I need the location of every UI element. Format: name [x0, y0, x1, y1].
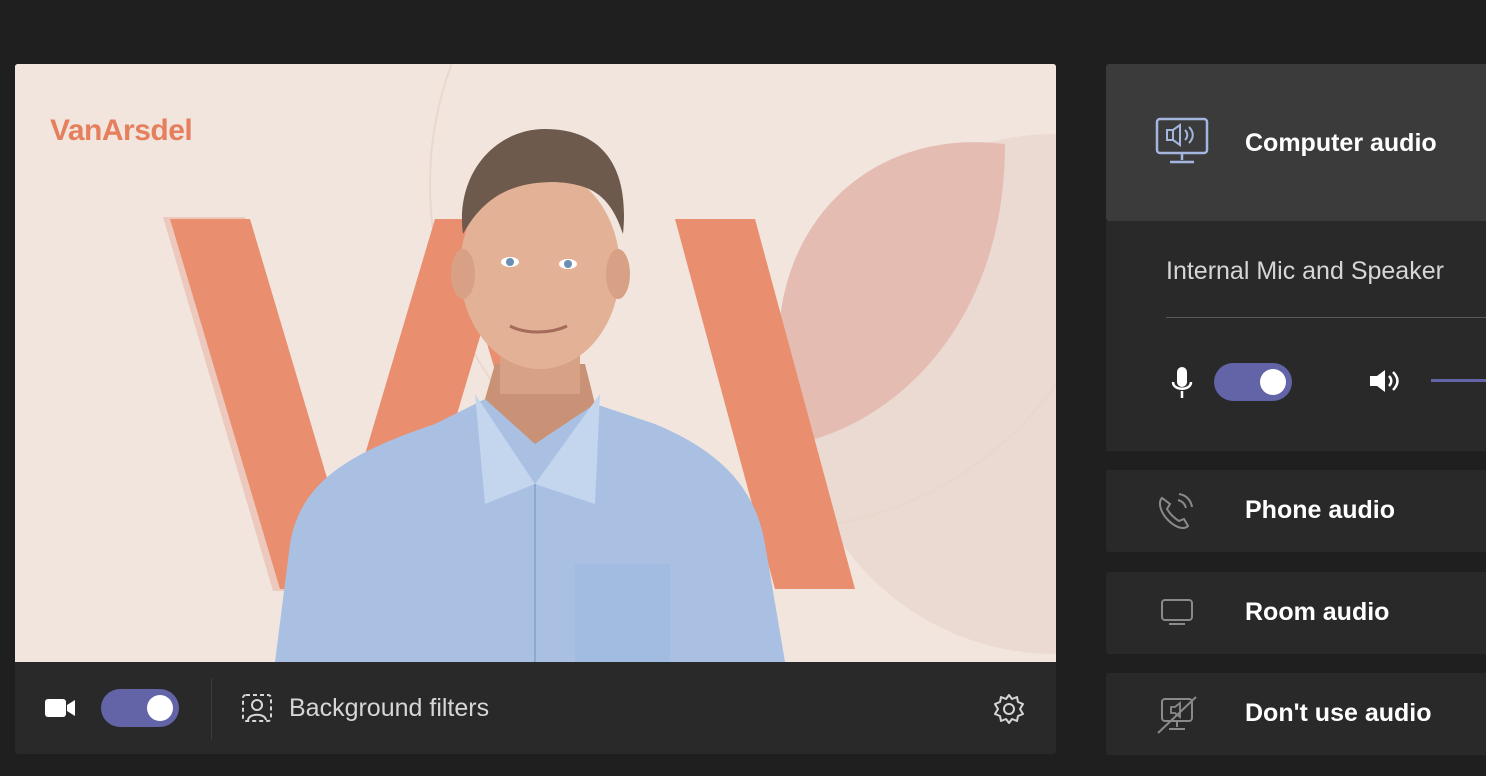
device-select-underline [1166, 317, 1486, 318]
toggle-knob [1260, 369, 1286, 395]
background-filters-button[interactable]: Background filters [241, 690, 489, 726]
video-preview: VanArsdel [15, 64, 1056, 662]
join-meeting-screen: VanArsdel Background filters Computer au… [0, 0, 1486, 776]
video-controls-bar: Background filters [15, 662, 1056, 754]
participant-video [275, 129, 785, 662]
speaker-volume-icon [1370, 370, 1399, 392]
microphone-icon [1171, 367, 1193, 398]
phone-icon [1159, 493, 1193, 529]
audio-off-icon [1157, 696, 1197, 734]
computer-audio-label: Computer audio [1245, 129, 1437, 157]
room-audio-label: Room audio [1245, 598, 1390, 626]
dont-use-audio-option[interactable]: Don't use audio [1106, 673, 1486, 755]
computer-speaker-icon [1155, 117, 1209, 164]
computer-audio-option[interactable]: Computer audio [1106, 64, 1486, 221]
background-effects-icon [242, 694, 272, 722]
volume-slider[interactable] [1431, 379, 1486, 382]
room-audio-option[interactable]: Room audio [1106, 572, 1486, 654]
phone-audio-option[interactable]: Phone audio [1106, 470, 1486, 552]
gear-icon[interactable] [993, 693, 1025, 725]
phone-audio-label: Phone audio [1245, 496, 1395, 524]
camera-toggle[interactable] [101, 689, 179, 727]
background-filters-label: Background filters [289, 693, 490, 722]
divider [211, 678, 212, 740]
video-camera-icon[interactable] [43, 696, 77, 720]
toggle-knob [147, 695, 173, 721]
dont-use-audio-label: Don't use audio [1245, 699, 1432, 727]
room-device-icon [1161, 599, 1193, 625]
microphone-toggle[interactable] [1214, 363, 1292, 401]
audio-device-settings: Internal Mic and Speaker [1106, 221, 1486, 451]
audio-device-select[interactable]: Internal Mic and Speaker [1166, 257, 1444, 286]
